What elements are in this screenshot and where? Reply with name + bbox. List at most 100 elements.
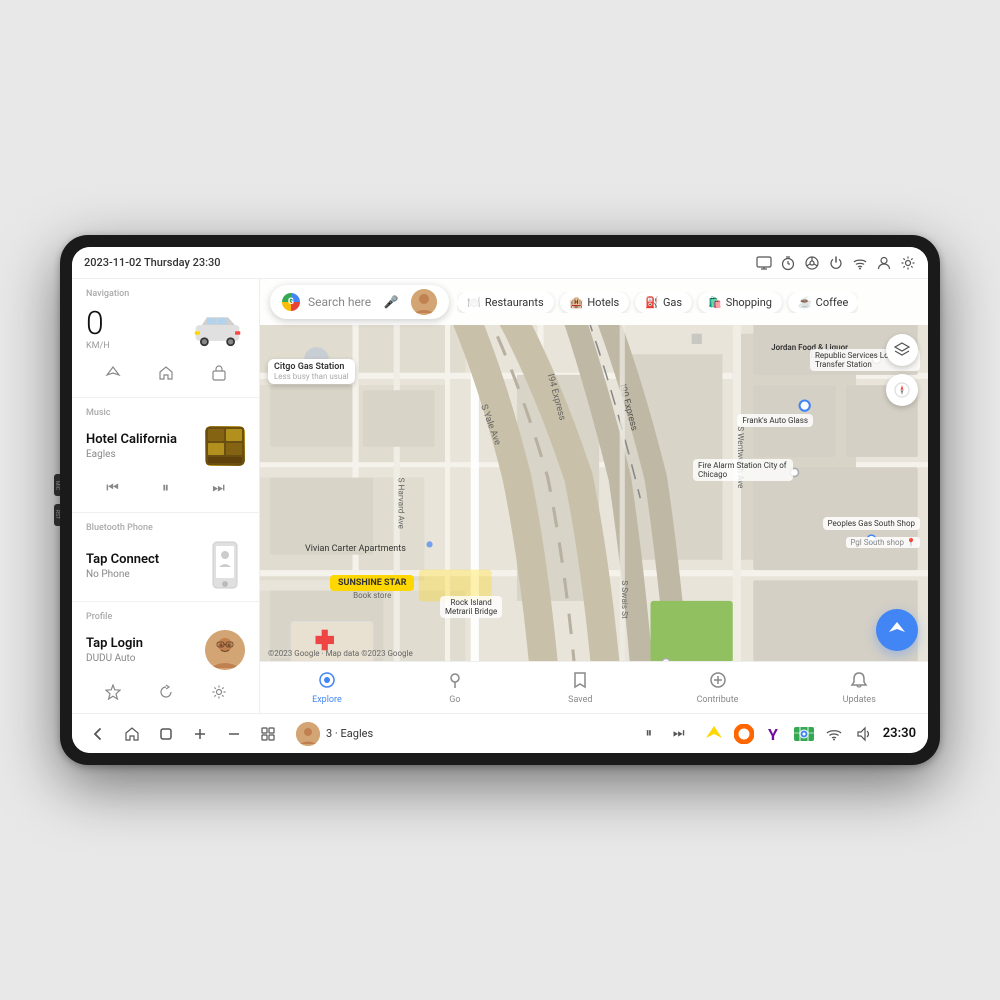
taskbar-wifi-icon <box>823 723 845 745</box>
timer-icon[interactable] <box>780 255 796 271</box>
taskbar-next-btn[interactable]: ⏭ <box>667 722 691 746</box>
map-area: S Yale Ave I94 Express I90 Express S Wen… <box>260 279 928 713</box>
main-content: Navigation 0 KM/H <box>72 279 928 713</box>
now-playing: 3 · Eagles <box>296 722 631 746</box>
shopping-icon: 🛍️ <box>708 296 722 309</box>
rock-island-label: Rock IslandMetraril Bridge <box>440 596 502 618</box>
pause-btn[interactable]: ⏸ <box>152 474 180 502</box>
svg-text:S Swais St: S Swais St <box>619 580 629 619</box>
gas-chip[interactable]: ⛽ Gas <box>635 292 692 313</box>
add-btn[interactable] <box>186 720 214 748</box>
vivian-label: Vivian Carter Apartments <box>305 544 406 554</box>
screen: 2023-11-02 Thursday 23:30 <box>72 247 928 753</box>
power-icon[interactable] <box>828 255 844 271</box>
next-btn[interactable]: ⏭ <box>205 474 233 502</box>
donut-icon[interactable] <box>733 723 755 745</box>
taskbar-status: Y <box>703 723 916 745</box>
hotels-chip[interactable]: 🏨 Hotels <box>560 292 630 313</box>
music-label: Music <box>86 408 245 418</box>
device-shell: MIC RST 2023-11-02 Thursday 23:30 <box>60 235 940 765</box>
music-info: Hotel California Eagles <box>86 426 245 466</box>
bluetooth-label: Bluetooth Phone <box>86 523 245 533</box>
profile-section: Profile Tap Login DUDU Auto <box>72 602 259 713</box>
svg-text:S Harvard Ave: S Harvard Ave <box>396 478 406 530</box>
search-bar[interactable]: G Search here 🎤 <box>270 285 449 319</box>
taskbar-time: 23:30 <box>883 726 916 741</box>
square-btn[interactable] <box>152 720 180 748</box>
mic-label: MIC <box>54 481 60 490</box>
refresh-btn[interactable] <box>152 678 180 706</box>
explore-nav[interactable]: Explore <box>300 667 354 709</box>
bt-subtitle: No Phone <box>86 569 195 580</box>
speed-unit: KM/H <box>86 341 180 351</box>
yahoo-icon[interactable]: Y <box>763 723 785 745</box>
map-background: S Yale Ave I94 Express I90 Express S Wen… <box>260 325 928 661</box>
home-taskbar-btn[interactable] <box>118 720 146 748</box>
saved-label: Saved <box>568 695 592 705</box>
direction-btn[interactable] <box>99 359 127 387</box>
maps-icon[interactable] <box>793 723 815 745</box>
bt-info: Tap Connect No Phone <box>86 541 245 591</box>
speed-value: 0 <box>86 307 180 339</box>
mic-search-btn[interactable]: 🎤 <box>379 290 403 314</box>
speed-display: 0 KM/H <box>86 307 180 351</box>
updates-icon <box>850 671 868 693</box>
profile-label: Profile <box>86 612 245 622</box>
navigation-fab[interactable] <box>876 609 918 651</box>
go-nav[interactable]: Go <box>434 667 476 709</box>
sidebar: Navigation 0 KM/H <box>72 279 260 713</box>
minus-btn[interactable] <box>220 720 248 748</box>
go-icon <box>446 671 464 693</box>
taskbar-controls: ⏸ ⏭ <box>637 722 691 746</box>
restaurants-label: Restaurants <box>485 296 544 309</box>
music-title: Hotel California <box>86 432 195 447</box>
coffee-chip[interactable]: ☕ Coffee <box>788 292 858 313</box>
explore-label: Explore <box>312 695 342 705</box>
track-info: 3 · Eagles <box>326 727 373 740</box>
profile-text: Tap Login DUDU Auto <box>86 636 195 664</box>
go-label: Go <box>449 695 460 705</box>
shopping-chip[interactable]: 🛍️ Shopping <box>698 292 782 313</box>
star-btn[interactable] <box>99 678 127 706</box>
bt-text: Tap Connect No Phone <box>86 552 195 580</box>
prev-btn[interactable]: ⏮ <box>99 474 127 502</box>
sunshine-label: SUNSHINE STAR Book store <box>330 575 414 600</box>
fire-alarm-label: Fire Alarm Station City of Chicago <box>693 459 793 481</box>
music-artist: Eagles <box>86 449 195 460</box>
user-icon[interactable] <box>876 255 892 271</box>
rst-button[interactable]: RST <box>54 504 60 526</box>
taskbar-pause-btn[interactable]: ⏸ <box>637 722 661 746</box>
user-avatar[interactable] <box>411 289 437 315</box>
explore-icon <box>318 671 336 693</box>
compass-btn[interactable] <box>886 374 918 406</box>
nav-controls <box>86 359 245 387</box>
contribute-nav[interactable]: Contribute <box>685 667 751 709</box>
gas-label: Gas <box>663 296 682 309</box>
rst-label: RST <box>54 510 60 519</box>
profile-settings-btn[interactable] <box>205 678 233 706</box>
music-section: Music Hotel California Eagles <box>72 398 259 513</box>
monitor-icon[interactable] <box>756 255 772 271</box>
updates-nav[interactable]: Updates <box>831 667 888 709</box>
bag-btn[interactable] <box>205 359 233 387</box>
steering-icon[interactable] <box>804 255 820 271</box>
nav-section: 0 KM/H <box>86 307 245 351</box>
layers-btn[interactable] <box>886 334 918 366</box>
bluetooth-section: Bluetooth Phone Tap Connect No Phone <box>72 513 259 602</box>
profile-subtitle: DUDU Auto <box>86 653 195 664</box>
map-top-bar: G Search here 🎤 🍽️ <box>260 279 928 325</box>
mic-button[interactable]: MIC <box>54 474 60 496</box>
grid-btn[interactable] <box>254 720 282 748</box>
nav-arrow-icon[interactable] <box>703 723 725 745</box>
search-placeholder: Search here <box>308 295 371 309</box>
home-btn[interactable] <box>152 359 180 387</box>
hotels-icon: 🏨 <box>570 296 584 309</box>
saved-nav[interactable]: Saved <box>556 667 604 709</box>
wifi-icon[interactable] <box>852 255 868 271</box>
taskbar-volume-icon[interactable] <box>853 723 875 745</box>
peoples-gas-label: Peoples Gas South Shop <box>823 517 920 530</box>
back-btn[interactable] <box>84 720 112 748</box>
restaurants-chip[interactable]: 🍽️ Restaurants <box>457 292 553 313</box>
settings-icon[interactable] <box>900 255 916 271</box>
map-bottom-nav: Explore Go <box>260 661 928 713</box>
